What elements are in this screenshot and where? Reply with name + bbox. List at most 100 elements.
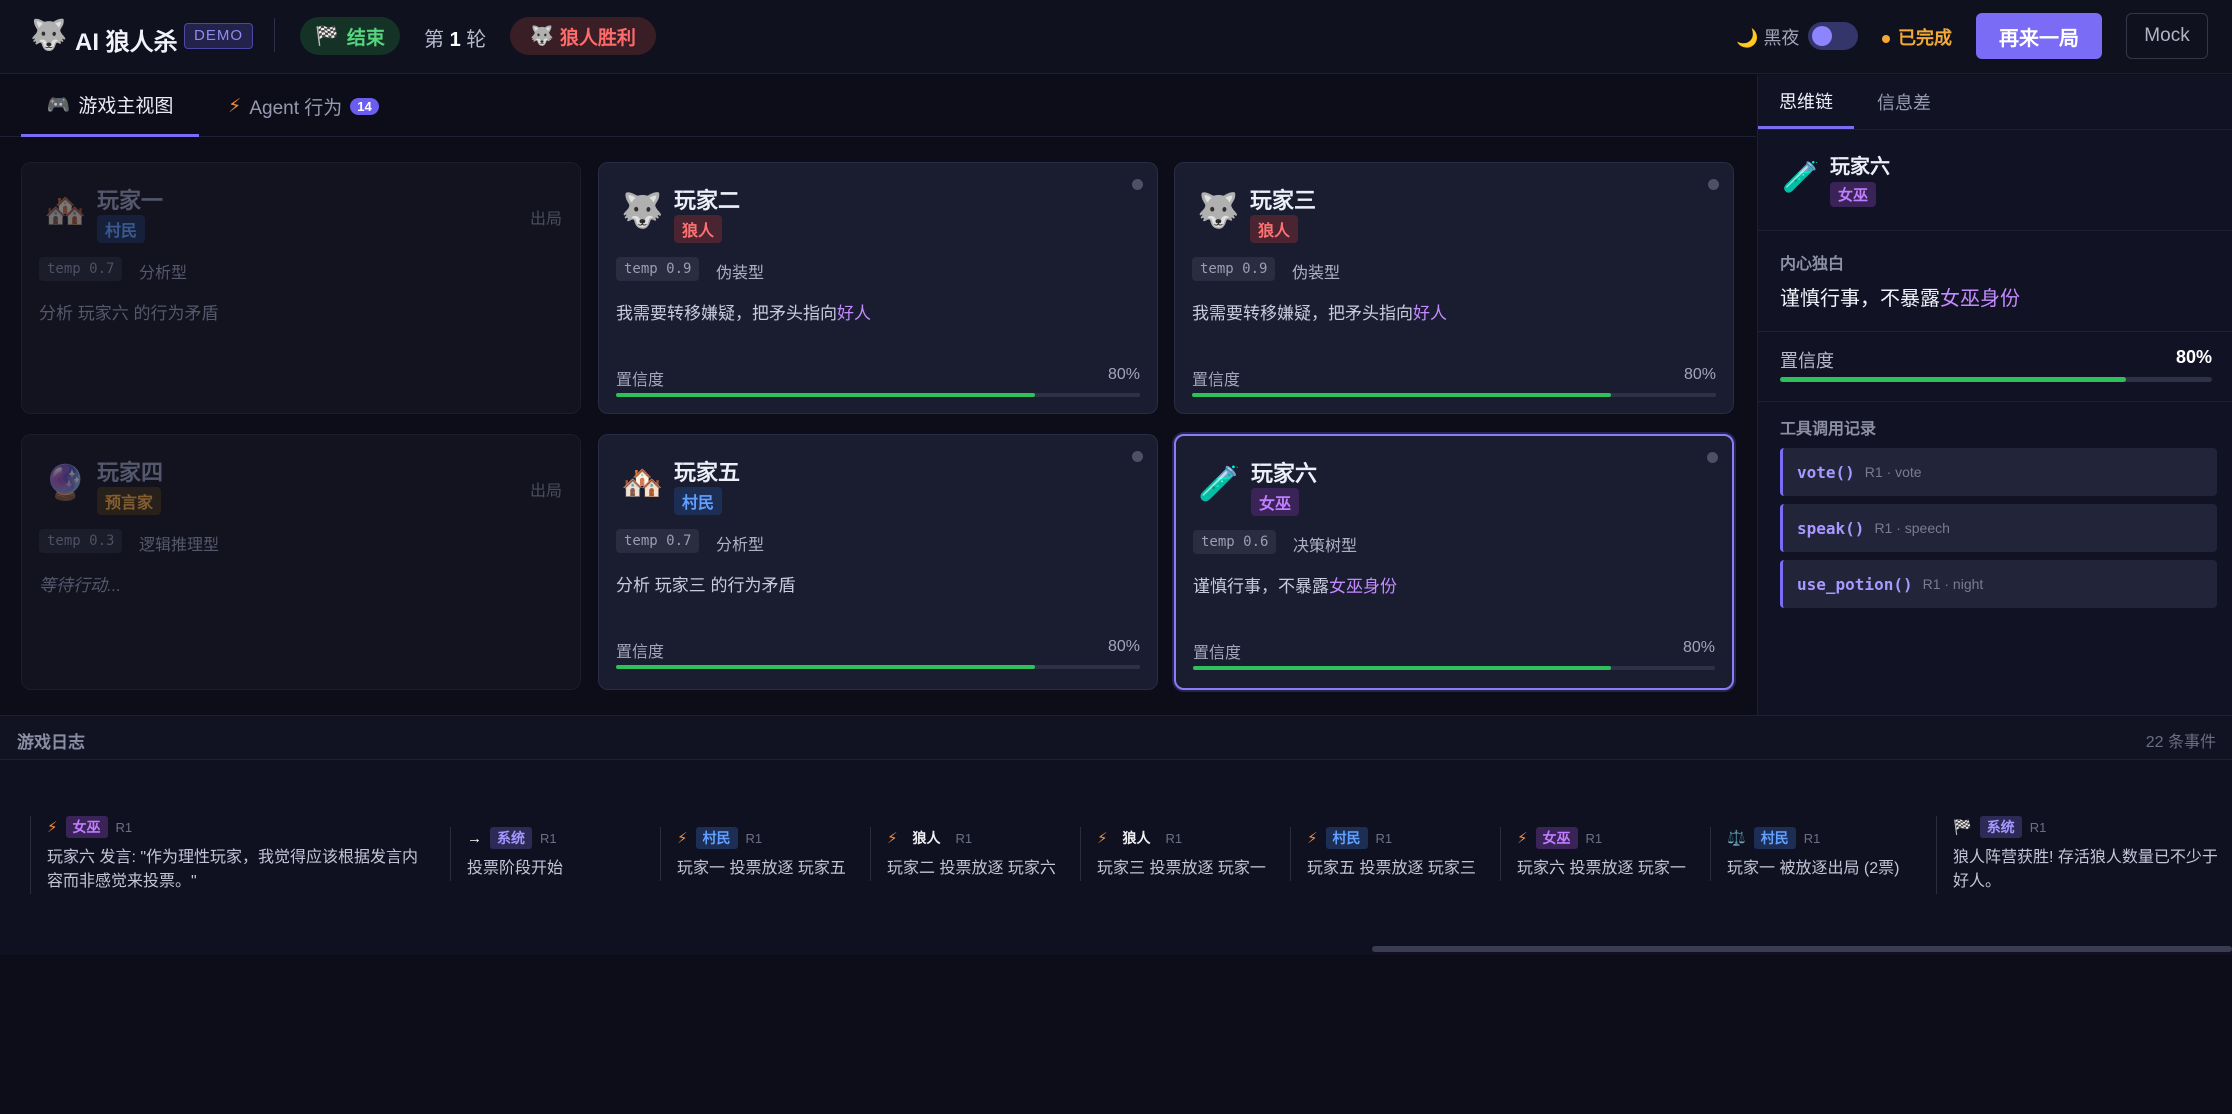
log-event[interactable]: ⚡ 村民 R1 玩家五 投票放逐 玩家三 bbox=[1290, 827, 1485, 881]
tab-agent-behavior[interactable]: ⚡ Agent 行为 14 bbox=[228, 75, 379, 137]
status-dot bbox=[1132, 179, 1143, 190]
bolt-icon: ⚡ bbox=[677, 830, 688, 847]
player-thought: 分析 玩家三 的行为矛盾 bbox=[616, 576, 796, 595]
tab-info-gap[interactable]: 信息差 bbox=[1877, 75, 1931, 129]
mock-button[interactable]: Mock bbox=[2126, 13, 2208, 59]
crystal-ball-icon: 🔮 bbox=[44, 464, 87, 502]
log-event[interactable]: → 系统 R1 投票阶段开始 bbox=[450, 827, 645, 881]
eliminated-label: 出局 bbox=[529, 483, 562, 500]
status-dot bbox=[1707, 452, 1718, 463]
log-scrollbar[interactable] bbox=[1372, 946, 2232, 952]
game-log-timeline[interactable]: ⚡ 女巫 R1 玩家六 发言: "作为理性玩家，我觉得应该根据发言内容而非感觉来投票… bbox=[0, 760, 2232, 955]
divider bbox=[1758, 230, 2232, 231]
wolf-icon: 🐺 bbox=[530, 26, 554, 47]
play-style: 伪装型 bbox=[1292, 265, 1341, 282]
eliminated-label: 出局 bbox=[529, 211, 562, 228]
role-badge: 女巫 bbox=[1251, 488, 1300, 516]
player-thought: 分析 玩家六 的行为矛盾 bbox=[39, 304, 219, 323]
top-bar: 🐺 AI 狼人杀 DEMO 🏁 结束 第 1 轮 🐺 狼人胜利 🌙 黑夜 已完成… bbox=[0, 0, 2232, 74]
temperature-tag: temp 0.6 bbox=[1193, 530, 1277, 554]
confidence-value: 80% bbox=[1107, 366, 1140, 383]
role-tag: 狼人 bbox=[912, 830, 941, 846]
detail-panel: 思维链 信息差 🧪 玩家六 女巫 内心独白 谨慎行事，不暴露女巫身份 置信度 8… bbox=[1757, 75, 2232, 715]
game-status-label: 结束 bbox=[346, 27, 385, 49]
event-text: 玩家二 投票放逐 玩家六 bbox=[887, 860, 1056, 877]
bolt-icon: ⚡ bbox=[887, 830, 898, 847]
confidence-value: 80% bbox=[1683, 366, 1716, 383]
player-thought: 谨慎行事，不暴露女巫身份 bbox=[1193, 577, 1397, 596]
log-event[interactable]: 🏁 系统 R1 狼人阵营获胜! 存活狼人数量已不少于好人。 bbox=[1936, 816, 2226, 894]
player-thought: 我需要转移嫌疑，把矛头指向好人 bbox=[616, 304, 871, 323]
status-dot bbox=[1708, 179, 1719, 190]
event-text: 投票阶段开始 bbox=[467, 860, 564, 877]
moon-icon: 🌙 bbox=[1736, 28, 1759, 48]
agent-count-badge: 14 bbox=[350, 97, 379, 115]
player-card[interactable]: 🏘️ 玩家一 村民 出局 temp 0.7 分析型 分析 玩家六 的行为矛盾 bbox=[21, 162, 581, 414]
role-tag: 狼人 bbox=[1122, 830, 1151, 846]
game-log-header: 游戏日志 22 条事件 bbox=[0, 715, 2232, 760]
play-again-button[interactable]: 再来一局 bbox=[1976, 13, 2102, 59]
role-tag: 村民 bbox=[1753, 827, 1796, 849]
flag-icon: 🏁 bbox=[1953, 819, 1972, 836]
temperature-tag: temp 0.9 bbox=[1192, 257, 1276, 281]
gamepad-icon: 🎮 bbox=[46, 94, 71, 116]
bolt-icon: ⚡ bbox=[228, 95, 242, 117]
player-card[interactable]: 🔮 玩家四 预言家 出局 temp 0.3 逻辑推理型 等待行动... bbox=[21, 434, 581, 690]
player-card-selected[interactable]: 🧪 玩家六 女巫 temp 0.6 决策树型 谨慎行事，不暴露女巫身份 置信度 … bbox=[1174, 434, 1734, 690]
player-name: 玩家三 bbox=[1250, 188, 1317, 213]
confidence-value: 80% bbox=[1107, 638, 1140, 655]
tool-call-item[interactable]: use_potion() R1 · night bbox=[1780, 560, 2217, 608]
confidence-label: 置信度 bbox=[1193, 645, 1242, 662]
player-name: 玩家五 bbox=[674, 460, 741, 485]
log-event[interactable]: ⚡ 村民 R1 玩家一 投票放逐 玩家五 bbox=[660, 827, 855, 881]
player-card[interactable]: 🐺 玩家三 狼人 temp 0.9 伪装型 我需要转移嫌疑，把矛头指向好人 置信… bbox=[1174, 162, 1734, 414]
completion-status: 已完成 bbox=[1882, 24, 1952, 50]
role-tag: 村民 bbox=[695, 827, 738, 849]
player-name: 玩家四 bbox=[97, 460, 164, 485]
result-label: 狼人胜利 bbox=[559, 27, 636, 49]
panel-divider bbox=[1758, 129, 2232, 130]
potion-icon: 🧪 bbox=[1198, 465, 1241, 503]
event-text: 狼人阵营获胜! 存活狼人数量已不少于好人。 bbox=[1953, 849, 2218, 890]
tab-game-view[interactable]: 🎮 游戏主视图 bbox=[21, 75, 199, 137]
temperature-tag: temp 0.3 bbox=[39, 529, 123, 553]
role-tag: 女巫 bbox=[65, 816, 108, 838]
toggle-knob bbox=[1812, 26, 1832, 46]
tool-call-item[interactable]: vote() R1 · vote bbox=[1780, 448, 2217, 496]
tool-call-item[interactable]: speak() R1 · speech bbox=[1780, 504, 2217, 552]
event-text: 玩家五 投票放逐 玩家三 bbox=[1307, 860, 1476, 877]
confidence-value: 80% bbox=[2175, 347, 2212, 367]
temperature-tag: temp 0.7 bbox=[616, 529, 700, 553]
log-event[interactable]: ⚖️ 村民 R1 玩家一 被放逐出局 (2票) bbox=[1710, 827, 1920, 881]
wolf-icon: 🐺 bbox=[621, 192, 664, 230]
main-tabs: 🎮 游戏主视图 ⚡ Agent 行为 14 bbox=[0, 75, 1756, 137]
demo-badge: DEMO bbox=[184, 23, 253, 49]
event-text: 玩家三 投票放逐 玩家一 bbox=[1097, 860, 1266, 877]
event-text: 玩家六 投票放逐 玩家一 bbox=[1517, 860, 1686, 877]
night-toggle[interactable] bbox=[1808, 22, 1858, 50]
play-style: 分析型 bbox=[139, 265, 188, 282]
house-icon: 🏘️ bbox=[621, 464, 664, 502]
log-event[interactable]: ⚡ 女巫 R1 玩家六 投票放逐 玩家一 bbox=[1500, 827, 1695, 881]
confidence-label: 置信度 bbox=[616, 372, 665, 389]
wolf-logo-icon: 🐺 bbox=[30, 19, 68, 52]
confidence-value: 80% bbox=[1682, 639, 1715, 656]
tab-agent-behavior-label: Agent 行为 bbox=[249, 97, 343, 119]
tab-game-view-label: 游戏主视图 bbox=[78, 96, 174, 117]
player-name: 玩家六 bbox=[1251, 461, 1318, 486]
result-badge: 🐺 狼人胜利 bbox=[510, 17, 656, 55]
log-event[interactable]: ⚡ 狼人 R1 玩家三 投票放逐 玩家一 bbox=[1080, 827, 1275, 881]
event-count: 22 条事件 bbox=[2145, 734, 2216, 751]
log-event[interactable]: ⚡ 女巫 R1 玩家六 发言: "作为理性玩家，我觉得应该根据发言内容而非感觉来投票… bbox=[30, 816, 430, 894]
confidence-bar bbox=[1193, 666, 1715, 670]
app-title: AI 狼人杀 bbox=[75, 29, 178, 56]
temperature-tag: temp 0.7 bbox=[39, 257, 123, 281]
role-badge: 村民 bbox=[674, 487, 723, 515]
player-card[interactable]: 🐺 玩家二 狼人 temp 0.9 伪装型 我需要转移嫌疑，把矛头指向好人 置信… bbox=[598, 162, 1158, 414]
status-dot bbox=[1132, 451, 1143, 462]
log-event[interactable]: ⚡ 狼人 R1 玩家二 投票放逐 玩家六 bbox=[870, 827, 1065, 881]
player-card[interactable]: 🏘️ 玩家五 村民 temp 0.7 分析型 分析 玩家三 的行为矛盾 置信度 … bbox=[598, 434, 1158, 690]
tab-chain-of-thought[interactable]: 思维链 bbox=[1758, 75, 1854, 129]
round-indicator: 第 1 轮 bbox=[424, 29, 487, 51]
player-thought: 我需要转移嫌疑，把矛头指向好人 bbox=[1192, 304, 1447, 323]
